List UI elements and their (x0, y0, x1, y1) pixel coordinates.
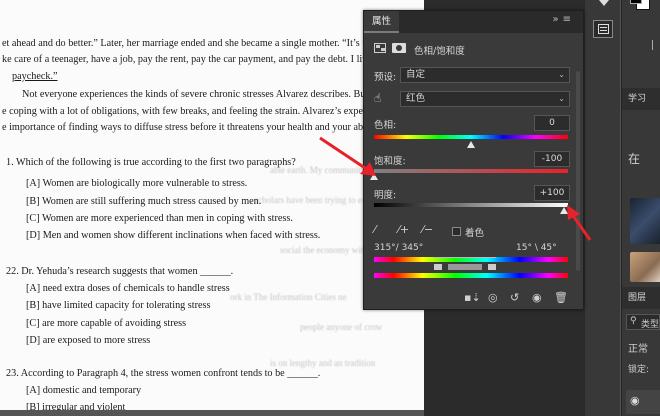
lock-label: 锁定: (628, 365, 650, 375)
colorize-checkbox[interactable] (452, 227, 461, 236)
blend-mode[interactable]: 正常 (628, 340, 648, 355)
properties-bottom-toolbar: ▪⇣ ◎ ↺ ◉ 🗑 (364, 287, 583, 309)
saturation-input[interactable]: -100 (534, 151, 570, 167)
q1-option-b: [B] Women are still suffering much stres… (26, 196, 262, 207)
properties-icon[interactable] (593, 20, 613, 38)
q2-option-d: [D] are exposed to more stress (26, 335, 151, 346)
chevron-down-icon: ⌄ (558, 70, 565, 79)
red-arrow-saturation (319, 136, 376, 176)
saturation-slider-track[interactable] (374, 169, 568, 173)
q1-option-c: [C] Women are more experienced than men … (26, 213, 293, 224)
panel-grip-icon (652, 40, 658, 50)
right-panel: 学习 在 图层 ⚲ 类型 正常 锁定: ◉ (621, 0, 660, 416)
color-swatches[interactable] (630, 0, 650, 14)
document-page: able earth. My community the city stress… (0, 0, 424, 410)
eyedropper-add-icon[interactable]: ⁄+ (398, 223, 409, 236)
search-icon: ⚲ (630, 316, 637, 326)
doc-line-1: et ahead and do better.” Later, her marr… (2, 38, 375, 49)
mask-icon[interactable] (392, 43, 406, 53)
view-previous-state-icon[interactable]: ◎ (488, 291, 498, 304)
channel-value: 红色 (406, 93, 426, 104)
lightness-input[interactable]: +100 (534, 185, 570, 201)
ghost-text: ork in The Information Cities ne (230, 292, 347, 302)
preset-label: 预设: (374, 72, 397, 83)
visibility-eye-icon[interactable]: ◉ (630, 394, 640, 407)
hue-input[interactable]: 0 (534, 115, 570, 131)
properties-panel: 属性 »≡ 色相/饱和度 预设: 自定 ⌄ ☝ 红色 ⌄ 色相: 0 饱和度: … (363, 10, 584, 310)
reset-icon[interactable]: ↺ (510, 291, 519, 304)
q2-stem: 22. Dr. Yehuda’s research suggests that … (6, 266, 234, 277)
range-right-readout: 15° \ 45° (516, 243, 557, 253)
learn-thumbnail-1[interactable] (630, 198, 660, 244)
colorize-label: 着色 (465, 228, 485, 239)
doc-line-2: ke care of a teenager, have a job, pay t… (2, 54, 377, 65)
play-icon[interactable] (599, 0, 609, 8)
channel-dropdown[interactable]: 红色 ⌄ (400, 91, 570, 107)
clip-to-layer-icon[interactable]: ▪⇣ (464, 291, 481, 304)
doc-line-5: e coping with a lot of obligations, with… (2, 106, 379, 117)
eyedropper-subtract-icon[interactable]: ⁄− (422, 223, 433, 236)
q1-option-d: [D] Men and women show different inclina… (26, 230, 321, 241)
q2-option-c: [C] are more capable of avoiding stress (26, 318, 187, 329)
range-handle-left[interactable] (434, 264, 442, 270)
visibility-eye-icon[interactable]: ◉ (532, 291, 542, 304)
preset-dropdown[interactable]: 自定 ⌄ (400, 67, 570, 83)
hue-slider-track[interactable] (374, 135, 568, 139)
preset-value: 自定 (406, 69, 426, 80)
color-range-bar-bottom (374, 273, 568, 278)
hue-label: 色相: (374, 120, 397, 131)
panel-menu-icon[interactable]: »≡ (553, 14, 576, 25)
range-handle-center[interactable] (448, 264, 482, 270)
q2-option-b: [B] have limited capacity for tolerating… (26, 300, 211, 311)
range-left-readout: 315°/ 345° (374, 243, 424, 253)
q3-option-a: [A] domestic and temporary (26, 385, 142, 396)
doc-line-4: Not everyone experiences the kinds of se… (22, 89, 384, 100)
document-canvas[interactable]: able earth. My community the city stress… (0, 0, 424, 416)
targeted-adjustment-hand-icon[interactable]: ☝ (374, 91, 381, 105)
q3-option-b: [B] irregular and violent (26, 402, 126, 410)
properties-tab[interactable]: 属性 (364, 11, 400, 33)
learn-thumbnail-2[interactable] (630, 252, 660, 282)
learn-text: 在 (628, 152, 641, 166)
red-arrow-lightness (567, 205, 592, 241)
adjustment-icon (374, 43, 386, 53)
chevron-down-icon: ⌄ (558, 94, 565, 103)
layer-filter[interactable]: ⚲ 类型 (626, 314, 660, 330)
layer-filter-label: 类型 (641, 320, 660, 330)
q3-stem: 23. According to Paragraph 4, the stress… (6, 368, 321, 379)
properties-tabbar: 属性 »≡ (364, 11, 583, 33)
lightness-slider-track[interactable] (374, 203, 568, 207)
ghost-text: people anyone of crow (300, 322, 383, 332)
adjustment-type-label: 色相/饱和度 (414, 46, 465, 57)
range-bracket[interactable] (434, 257, 496, 271)
q1-option-a: [A] Women are biologically more vulnerab… (26, 178, 248, 189)
layers-tab[interactable]: 图层 (622, 287, 660, 309)
q2-option-a: [A] need extra doses of chemicals to han… (26, 283, 230, 294)
hue-slider-thumb[interactable] (467, 141, 475, 148)
doc-line-3: paycheck.” (12, 71, 58, 82)
learn-tab[interactable]: 学习 (622, 88, 660, 110)
layer-row[interactable]: ◉ (626, 390, 660, 414)
q1-stem: 1. Which of the following is true accord… (6, 157, 296, 168)
eyedropper-icon[interactable]: ⁄ (374, 223, 376, 236)
range-handle-right[interactable] (488, 264, 496, 270)
ghost-text: is on lengthy and an tradition (270, 358, 376, 368)
trash-icon[interactable]: 🗑 (554, 291, 568, 304)
